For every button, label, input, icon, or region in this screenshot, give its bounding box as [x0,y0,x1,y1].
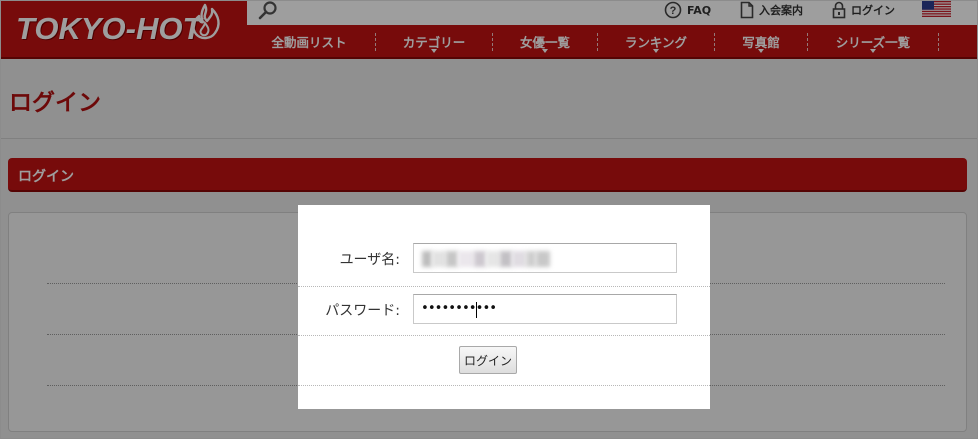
text-cursor [476,302,477,318]
login-submit-button[interactable]: ログイン [459,346,517,374]
username-input[interactable] [413,243,677,273]
password-masked-value: ••••••••••• [421,301,497,316]
password-label: パスワード: [325,303,400,319]
redacted-username [422,251,552,267]
password-row: パスワード: ••••••••••• [298,294,710,324]
modal-divider [298,385,710,386]
modal-divider [298,335,710,336]
username-row: ユーザ名: [298,243,710,273]
password-input[interactable]: ••••••••••• [413,294,677,324]
username-label: ユーザ名: [339,252,400,268]
modal-divider [298,286,710,287]
login-modal: ユーザ名: パスワード: ••••••••••• ログイン [298,205,710,409]
